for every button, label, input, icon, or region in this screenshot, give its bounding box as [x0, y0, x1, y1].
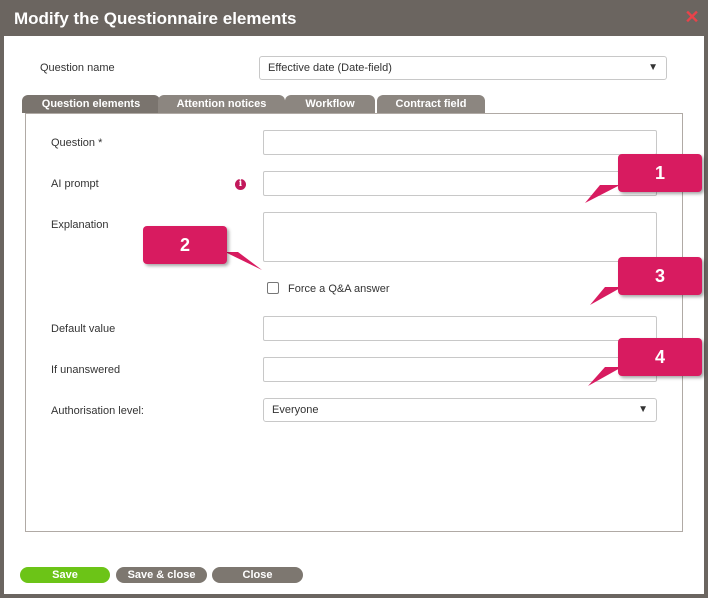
close-button[interactable]: Close — [212, 567, 303, 583]
save-button[interactable]: Save — [20, 567, 110, 583]
callout-4-pointer — [588, 367, 622, 386]
callout-pointers — [225, 185, 622, 386]
callout-2: 2 — [143, 226, 227, 264]
callout-2-pointer — [225, 252, 262, 270]
save-and-close-button[interactable]: Save & close — [116, 567, 207, 583]
callout-3: 3 — [618, 257, 702, 295]
callout-4: 4 — [618, 338, 702, 376]
callout-1: 1 — [618, 154, 702, 192]
callout-1-pointer — [585, 185, 620, 203]
